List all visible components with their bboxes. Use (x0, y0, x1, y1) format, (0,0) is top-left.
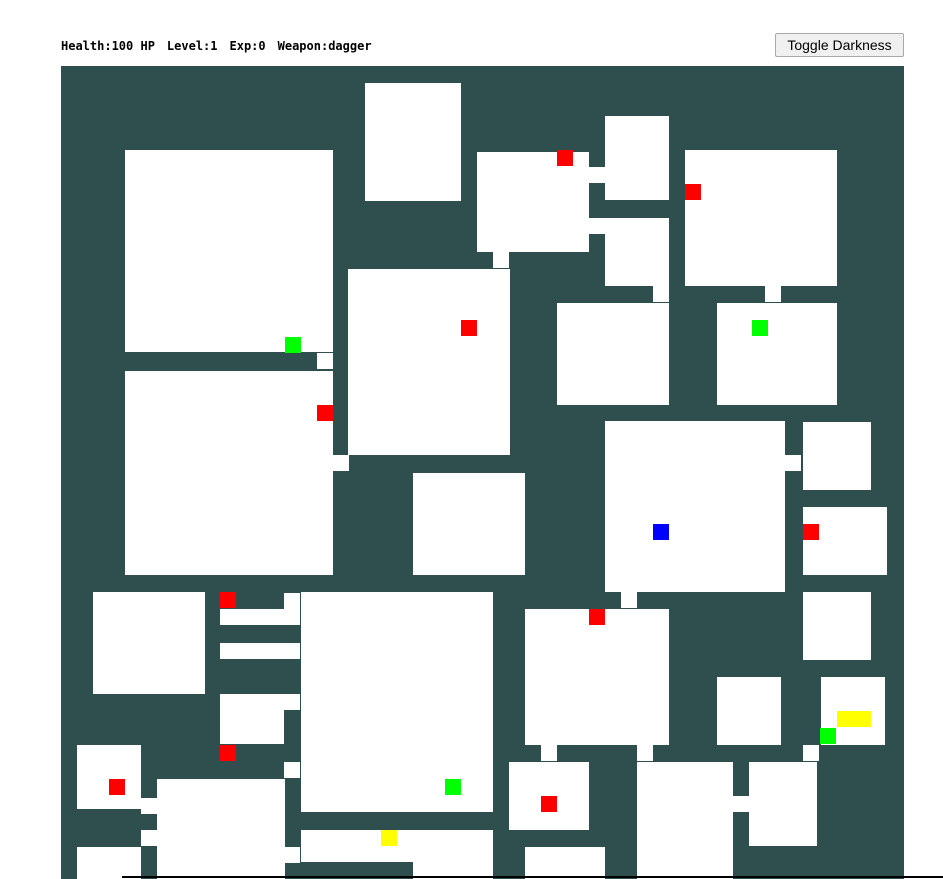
floor-tile (765, 286, 781, 302)
weapon-readout: Weapon:dagger (277, 39, 372, 53)
floor-tile (717, 677, 781, 745)
floor-tile (803, 745, 819, 761)
floor-tile (685, 150, 837, 286)
floor-tile (605, 218, 669, 286)
floor-tile (803, 422, 871, 490)
floor-tile (621, 592, 637, 608)
floor-tile (589, 167, 605, 183)
floor-tile (803, 592, 871, 660)
floor-tile (605, 421, 785, 592)
floor-tile (365, 83, 461, 201)
floor-tile (284, 643, 300, 659)
floor-tile (637, 762, 733, 879)
level-readout: Level:1 (166, 39, 218, 53)
floor-tile (333, 455, 349, 471)
dungeon-canvas (61, 66, 904, 879)
floor-tile (220, 643, 284, 659)
floor-tile (557, 303, 669, 405)
player-marker (653, 524, 669, 540)
floor-tile (348, 269, 510, 455)
health-pickup (820, 728, 836, 744)
floor-tile (733, 796, 749, 812)
floor-tile (284, 593, 300, 625)
health-readout: Health:100 HP (61, 39, 155, 53)
floor-tile (413, 473, 525, 575)
enemy-marker (461, 320, 477, 336)
floor-tile (77, 745, 141, 809)
floor-tile (803, 507, 887, 575)
toggle-darkness-button[interactable]: Toggle Darkness (775, 33, 904, 57)
floor-tile (77, 847, 141, 879)
floor-tile (125, 371, 333, 575)
floor-tile (541, 745, 557, 761)
floor-tile (93, 592, 205, 694)
floor-tile (605, 116, 669, 200)
enemy-marker (220, 745, 236, 761)
floor-tile (717, 303, 837, 405)
floor-tile (141, 798, 157, 814)
status-bar: Health:100 HP Level:1 Exp:0 Weapon:dagger (61, 39, 384, 53)
enemy-marker (317, 405, 333, 421)
floor-tile (653, 286, 669, 302)
floor-tile (637, 745, 653, 761)
floor-tile (141, 830, 157, 846)
floor-tile (317, 353, 333, 369)
enemy-marker (541, 796, 557, 812)
enemy-marker (685, 184, 701, 200)
floor-tile (589, 218, 605, 234)
floor-tile (477, 152, 589, 252)
floor-tile (284, 762, 300, 778)
enemy-marker (109, 779, 125, 795)
floor-tile (525, 847, 605, 879)
exp-readout: Exp:0 (229, 39, 266, 53)
floor-tile (284, 847, 300, 863)
floor-tile (220, 728, 284, 744)
enemy-marker (220, 592, 236, 608)
boss-marker (837, 711, 871, 727)
floor-tile (301, 592, 493, 812)
floor-tile (493, 252, 509, 268)
floor-tile (284, 694, 300, 710)
floor-tile (157, 779, 285, 879)
health-pickup (445, 779, 461, 795)
floor-tile (220, 609, 284, 625)
floor-tile (785, 455, 801, 471)
dungeon-map (61, 66, 904, 879)
floor-tile (125, 150, 333, 352)
enemy-marker (589, 609, 605, 625)
floor-tile (749, 762, 817, 846)
health-pickup (752, 320, 768, 336)
enemy-marker (557, 150, 573, 166)
health-pickup (285, 337, 301, 353)
weapon-pickup (381, 830, 397, 846)
floor-tile (525, 609, 669, 745)
enemy-marker (803, 524, 819, 540)
floor-tile (413, 830, 493, 879)
bottom-divider (122, 876, 943, 878)
